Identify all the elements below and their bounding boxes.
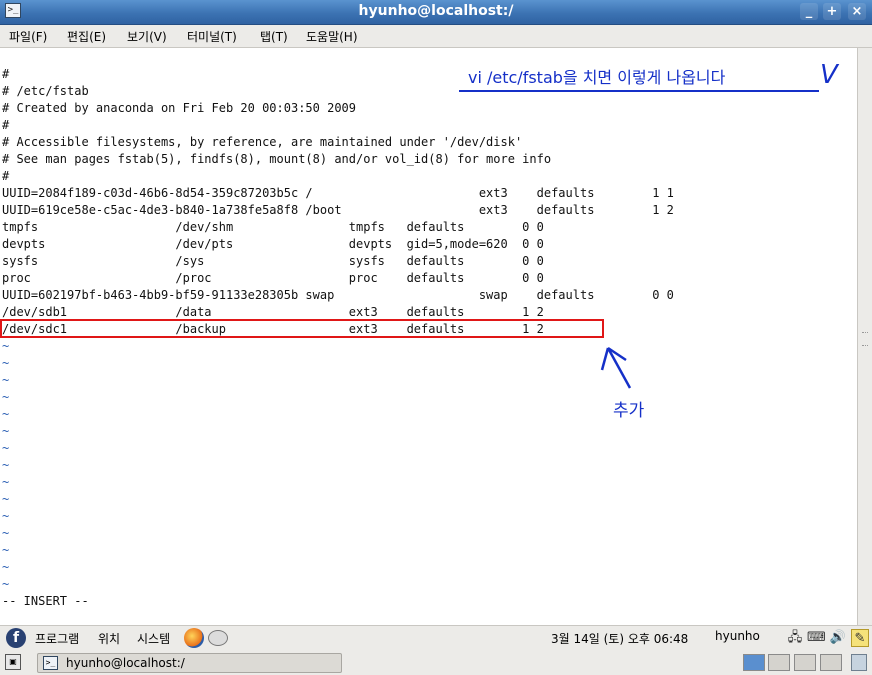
annotation-note: vi /etc/fstab을 치면 이렇게 나옵니다 [468, 68, 726, 87]
scrollbar-grip[interactable] [862, 332, 868, 346]
terminal-line: UUID=619ce58e-c5ac-4de3-b840-1a738fe5a8f… [2, 203, 674, 217]
terminal-line: proc /proc proc defaults 0 0 [2, 271, 544, 285]
terminal-line: # Accessible filesystems, by reference, … [2, 135, 523, 149]
empty-line-tilde: ~ [2, 390, 10, 404]
empty-line-tilde: ~ [2, 577, 10, 591]
empty-line-tilde: ~ [2, 543, 10, 557]
empty-line-tilde: ~ [2, 339, 10, 353]
panel-menu-places[interactable]: 위치 [98, 630, 120, 647]
empty-line-tilde: ~ [2, 492, 10, 506]
panel-menu-system[interactable]: 시스템 [137, 630, 170, 647]
taskbar-item-label: hyunho@localhost:/ [66, 656, 185, 670]
terminal-line: tmpfs /dev/shm tmpfs defaults 0 0 [2, 220, 544, 234]
network-icon[interactable]: 🖧 [786, 629, 804, 647]
maximize-button[interactable]: + [823, 3, 841, 20]
scrollbar[interactable] [857, 48, 872, 625]
empty-line-tilde: ~ [2, 526, 10, 540]
highlight-box-added-line [0, 319, 604, 338]
panel-menu-applications[interactable]: 프로그램 [35, 630, 79, 647]
menu-terminal[interactable]: 터미널(T) [187, 28, 237, 45]
empty-line-tilde: ~ [2, 475, 10, 489]
empty-line-tilde: ~ [2, 441, 10, 455]
terminal-line: devpts /dev/pts devpts gid=5,mode=620 0 … [2, 237, 544, 251]
annotation-underline [459, 90, 819, 92]
annotation-added-label: 추가 [613, 401, 645, 421]
firefox-icon[interactable] [184, 628, 204, 648]
panel-user[interactable]: hyunho [715, 629, 760, 643]
empty-line-tilde: ~ [2, 407, 10, 421]
note-icon[interactable]: ✎ [851, 629, 869, 647]
menu-file[interactable]: 파일(F) [9, 28, 47, 45]
fedora-logo-icon[interactable]: f [6, 628, 26, 648]
terminal-line: # [2, 67, 10, 81]
panel-clock[interactable]: 3월 14일 (토) 오후 06:48 [551, 630, 688, 647]
taskbar-item-terminal[interactable]: >_ hyunho@localhost:/ [37, 653, 342, 673]
window-title: hyunho@localhost:/ [358, 3, 514, 19]
workspace-2[interactable] [768, 654, 790, 671]
annotation-arrow-icon [600, 346, 632, 389]
empty-line-tilde: ~ [2, 424, 10, 438]
terminal-line: # [2, 118, 10, 132]
mail-icon[interactable] [208, 630, 228, 646]
menu-help[interactable]: 도움말(H) [306, 28, 358, 45]
empty-line-tilde: ~ [2, 458, 10, 472]
terminal-line: # Created by anaconda on Fri Feb 20 00:0… [2, 101, 357, 115]
terminal-line: UUID=2084f189-c03d-46b6-8d54-359c87203b5… [2, 186, 674, 200]
empty-line-tilde: ~ [2, 356, 10, 370]
workspace-4[interactable] [820, 654, 842, 671]
workspace-3[interactable] [794, 654, 816, 671]
terminal-line: # /etc/fstab [2, 84, 89, 98]
close-button[interactable]: × [848, 3, 866, 20]
menu-edit[interactable]: 편집(E) [67, 28, 106, 45]
terminal-line: UUID=602197bf-b463-4bb9-bf59-91133e28305… [2, 288, 674, 302]
menu-view[interactable]: 보기(V) [127, 28, 167, 45]
workspace-1[interactable] [743, 654, 765, 671]
minimize-button[interactable]: _ [800, 3, 818, 20]
volume-icon[interactable]: 🔊 [829, 629, 847, 647]
terminal-line: # [2, 169, 10, 183]
menu-bar: 파일(F) 편집(E) 보기(V) 터미널(T) 탭(T) 도움말(H) [0, 25, 872, 48]
annotation-v-mark: V [820, 60, 838, 90]
empty-line-tilde: ~ [2, 373, 10, 387]
vi-mode-indicator: -- INSERT -- [2, 594, 89, 608]
terminal-line: # See man pages fstab(5), findfs(8), mou… [2, 152, 552, 166]
empty-line-tilde: ~ [2, 560, 10, 574]
window-list-panel: ▣ >_ hyunho@localhost:/ [0, 651, 872, 675]
gnome-panel: f 프로그램 위치 시스템 3월 14일 (토) 오후 06:48 hyunho… [0, 625, 872, 652]
show-desktop-icon[interactable]: ▣ [5, 654, 21, 670]
keyboard-icon[interactable]: ⌨ [807, 629, 826, 647]
title-bar[interactable]: >_ hyunho@localhost:/ _ + × [0, 0, 872, 25]
terminal-icon: >_ [43, 656, 58, 670]
empty-line-tilde: ~ [2, 509, 10, 523]
menu-tabs[interactable]: 탭(T) [260, 28, 288, 45]
trash-icon[interactable] [851, 654, 867, 671]
terminal-line: sysfs /sys sysfs defaults 0 0 [2, 254, 544, 268]
